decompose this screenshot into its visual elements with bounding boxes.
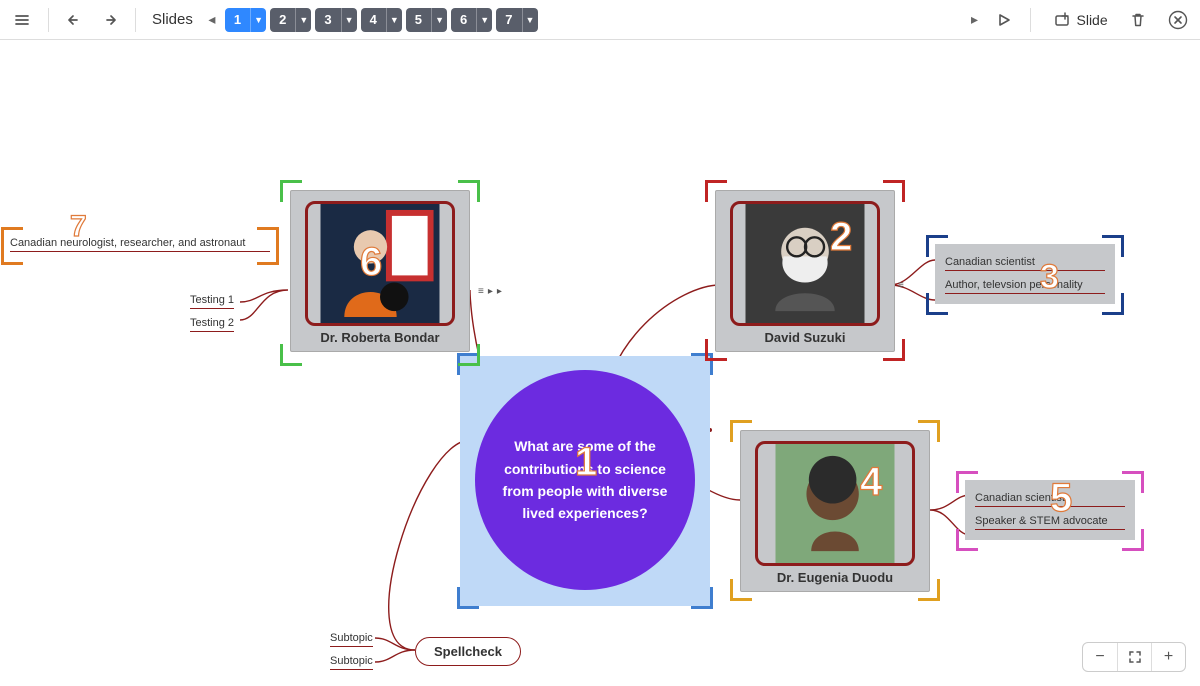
topic-suzuki[interactable]: David Suzuki [715,190,895,352]
chevron-down-icon[interactable]: ▼ [431,8,447,32]
present-button[interactable] [990,6,1018,34]
slide-tab-5[interactable]: 5▼ [406,8,447,32]
topic-duodu-name: Dr. Eugenia Duodu [753,570,917,585]
list-item: Testing 2 [190,315,234,332]
list-item: Testing 1 [190,292,234,309]
zoom-fit-button[interactable] [1117,643,1151,671]
duodu-details[interactable]: Canadian scientist Speaker & STEM advoca… [965,480,1135,540]
spellcheck-subtopics[interactable]: Subtopic Subtopic [330,630,373,676]
list-item: Subtopic [330,653,373,670]
topic-spellcheck[interactable]: Spellcheck [415,637,521,666]
trash-button[interactable] [1124,6,1152,34]
central-topic[interactable]: What are some of the contributions to sc… [475,370,695,590]
chevron-down-icon[interactable]: ▼ [295,8,311,32]
topic-bondar[interactable]: Dr. Roberta Bondar [290,190,470,352]
list-item: Speaker & STEM advocate [975,513,1125,530]
topic-duodu[interactable]: Dr. Eugenia Duodu [740,430,930,592]
slide-tab-3[interactable]: 3▼ [315,8,356,32]
photo-duodu [755,441,915,566]
slide-next[interactable]: ▸ [966,8,984,32]
slide-nav: ◂ 1▼2▼3▼4▼5▼6▼7▼ ▸ [203,8,984,32]
bondar-details[interactable]: Canadian neurologist, researcher, and as… [10,235,270,258]
zoom-in-button[interactable]: + [1151,643,1185,671]
undo-button[interactable] [61,6,89,34]
topic-suzuki-name: David Suzuki [728,330,882,345]
suzuki-details[interactable]: Canadian scientist Author, televsion per… [935,244,1115,304]
chevron-down-icon[interactable]: ▼ [250,8,266,32]
mindmap-canvas[interactable]: What are some of the contributions to sc… [0,40,1200,686]
toolbar: Slides ◂ 1▼2▼3▼4▼5▼6▼7▼ ▸ Slide [0,0,1200,40]
menu-icon[interactable] [8,6,36,34]
list-item: Canadian scientist [945,254,1105,271]
zoom-controls: − + [1082,642,1186,672]
topic-bondar-name: Dr. Roberta Bondar [303,330,457,345]
redo-button[interactable] [95,6,123,34]
chevron-down-icon[interactable]: ▼ [476,8,492,32]
node-controls-suzuki[interactable]: ≡ [898,280,904,291]
chevron-down-icon[interactable]: ▼ [341,8,357,32]
slide-tab-1[interactable]: 1▼ [225,8,266,32]
list-item: Author, televsion personality [945,277,1105,294]
slide-tab-6[interactable]: 6▼ [451,8,492,32]
node-controls-bondar[interactable]: ≡▸▸ [478,286,502,297]
list-item: Subtopic [330,630,373,647]
chevron-down-icon[interactable]: ▼ [522,8,538,32]
list-item: Canadian scientist [975,490,1125,507]
close-button[interactable] [1164,6,1192,34]
photo-suzuki [730,201,880,326]
slide-tab-7[interactable]: 7▼ [496,8,537,32]
chevron-down-icon[interactable]: ▼ [386,8,402,32]
add-slide-label: Slide [1077,12,1108,28]
slide-tab-4[interactable]: 4▼ [361,8,402,32]
bondar-testing[interactable]: Testing 1 Testing 2 [190,292,234,338]
photo-bondar [305,201,455,326]
topic-spellcheck-label: Spellcheck [434,644,502,659]
list-icon[interactable]: ≡ [478,286,484,297]
add-slide-button[interactable]: Slide [1043,6,1118,34]
slide-prev[interactable]: ◂ [203,8,221,32]
slide-tab-2[interactable]: 2▼ [270,8,311,32]
slides-label: Slides [148,11,197,28]
zoom-out-button[interactable]: − [1083,643,1117,671]
list-item: Canadian neurologist, researcher, and as… [10,235,270,252]
central-topic-text: What are some of the contributions to sc… [499,435,671,525]
